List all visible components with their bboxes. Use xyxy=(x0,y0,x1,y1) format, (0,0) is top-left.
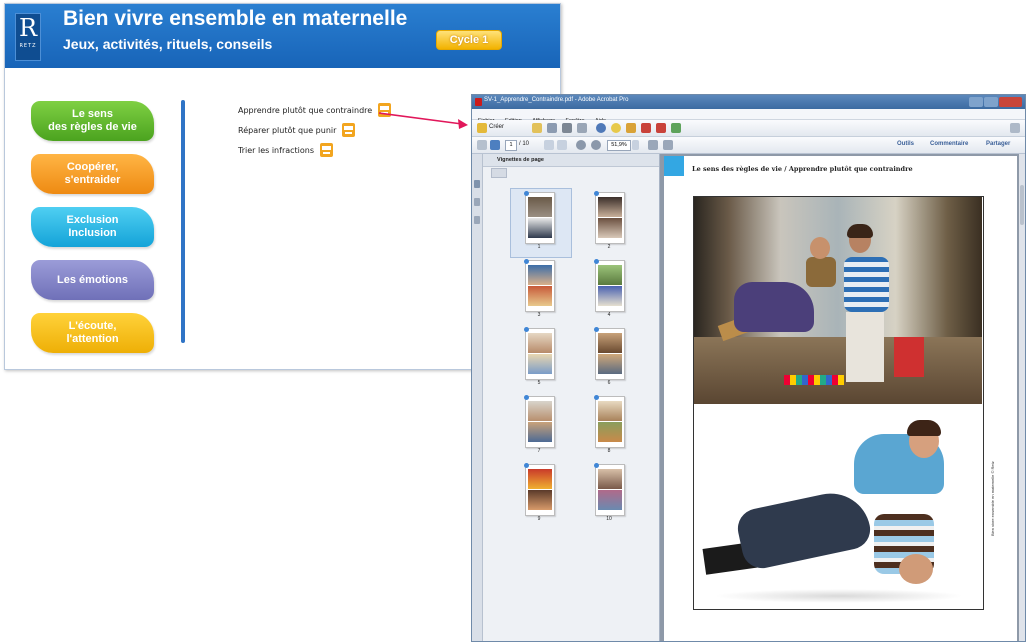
minimize-button[interactable] xyxy=(969,97,983,107)
page-color-tab xyxy=(664,156,684,176)
thumbnail-page-number: 2 xyxy=(607,244,611,250)
thumbnail-options-button[interactable] xyxy=(491,168,507,178)
hand-tool-icon[interactable] xyxy=(557,140,567,150)
window-title: SV-1_Apprendre_Contraindre.pdf - Adobe A… xyxy=(484,97,629,103)
signatures-icon[interactable] xyxy=(474,216,480,224)
page-thumbnail[interactable] xyxy=(524,463,555,516)
page-thumbnail[interactable] xyxy=(594,191,625,244)
thumbnail-page-number: 4 xyxy=(607,312,611,318)
maximize-button[interactable] xyxy=(984,97,998,107)
email-icon[interactable] xyxy=(577,123,587,133)
pdf-combine-icon[interactable] xyxy=(656,123,666,133)
zoom-input[interactable]: 51,9% xyxy=(607,140,631,151)
fit-page-icon[interactable] xyxy=(663,140,673,150)
page-thumbnail[interactable] xyxy=(524,191,555,244)
page-thumbnail[interactable] xyxy=(524,395,555,448)
pages-panel-icon[interactable] xyxy=(474,180,480,188)
save-icon[interactable] xyxy=(547,123,557,133)
settings-icon[interactable] xyxy=(596,123,606,133)
page-number-input[interactable]: 1 xyxy=(505,140,517,151)
previous-page-icon[interactable] xyxy=(477,140,487,150)
comment-link[interactable]: Commentaire xyxy=(930,141,968,147)
page-thumbnail[interactable] xyxy=(594,463,625,516)
vertical-scrollbar[interactable] xyxy=(1019,154,1025,641)
thumbnail-page-number: 1 xyxy=(537,244,541,250)
expand-icon[interactable] xyxy=(1010,123,1020,133)
acrobat-window: SV-1_Apprendre_Contraindre.pdf - Adobe A… xyxy=(471,94,1026,642)
zoom-out-icon[interactable] xyxy=(576,140,586,150)
photo-children-hallway xyxy=(694,197,982,404)
thumbnail-page-number: 5 xyxy=(537,380,541,386)
photo-children-wrestling xyxy=(694,404,982,608)
thumbnails-panel-title: Vignettes de page xyxy=(483,154,659,167)
page-thumbnail[interactable] xyxy=(524,327,555,380)
thumbnail-page-number: 8 xyxy=(607,448,611,454)
thumbnails-panel: Vignettes de page 1 2 3 4 5 6 7 8 9 10 xyxy=(483,154,660,641)
page-thumbnail[interactable] xyxy=(524,259,555,312)
photo-credit: Bien vivre ensemble en maternelle © Retz xyxy=(990,461,995,536)
fit-width-icon[interactable] xyxy=(648,140,658,150)
thumbnail-page-number: 3 xyxy=(537,312,541,318)
page-thumbnail[interactable] xyxy=(594,327,625,380)
share-link[interactable]: Partager xyxy=(986,141,1010,147)
navigation-toolbar: 1 / 10 51,9% Outils Commentaire Partager xyxy=(472,137,1025,154)
navigation-rail xyxy=(472,154,483,641)
share-icon[interactable] xyxy=(671,123,681,133)
attachments-icon[interactable] xyxy=(474,198,480,206)
main-toolbar: Créer xyxy=(472,120,1025,137)
thumbnail-page-number: 6 xyxy=(607,380,611,386)
stamp-icon[interactable] xyxy=(626,123,636,133)
zoom-dropdown-icon[interactable] xyxy=(632,140,639,150)
select-tool-icon[interactable] xyxy=(544,140,554,150)
zoom-in-icon[interactable] xyxy=(591,140,601,150)
thumbnail-page-number: 10 xyxy=(606,516,612,522)
pdf-page-title: Le sens des règles de vie / Apprendre pl… xyxy=(692,165,913,173)
thumbnail-page-number: 7 xyxy=(537,448,541,454)
acrobat-titlebar: SV-1_Apprendre_Contraindre.pdf - Adobe A… xyxy=(472,95,1025,109)
print-icon[interactable] xyxy=(562,123,572,133)
next-page-icon[interactable] xyxy=(490,140,500,150)
thumbnail-page-number: 9 xyxy=(537,516,541,522)
scrollbar-thumb[interactable] xyxy=(1020,185,1024,225)
page-thumbnail[interactable] xyxy=(594,259,625,312)
close-button[interactable] xyxy=(999,97,1022,107)
open-folder-icon[interactable] xyxy=(532,123,542,133)
create-button[interactable]: Créer xyxy=(489,124,504,130)
pdf-export-icon[interactable] xyxy=(641,123,651,133)
pdf-page: Le sens des règles de vie / Apprendre pl… xyxy=(664,156,1017,641)
comment-icon[interactable] xyxy=(611,123,621,133)
tools-link[interactable]: Outils xyxy=(897,141,914,147)
menu-bar: Fichier Edition Affichage Fenêtre Aide xyxy=(472,109,1025,124)
create-icon[interactable] xyxy=(477,123,487,133)
page-thumbnail[interactable] xyxy=(594,395,625,448)
page-total: / 10 xyxy=(519,141,530,147)
acrobat-app-icon xyxy=(475,98,482,106)
